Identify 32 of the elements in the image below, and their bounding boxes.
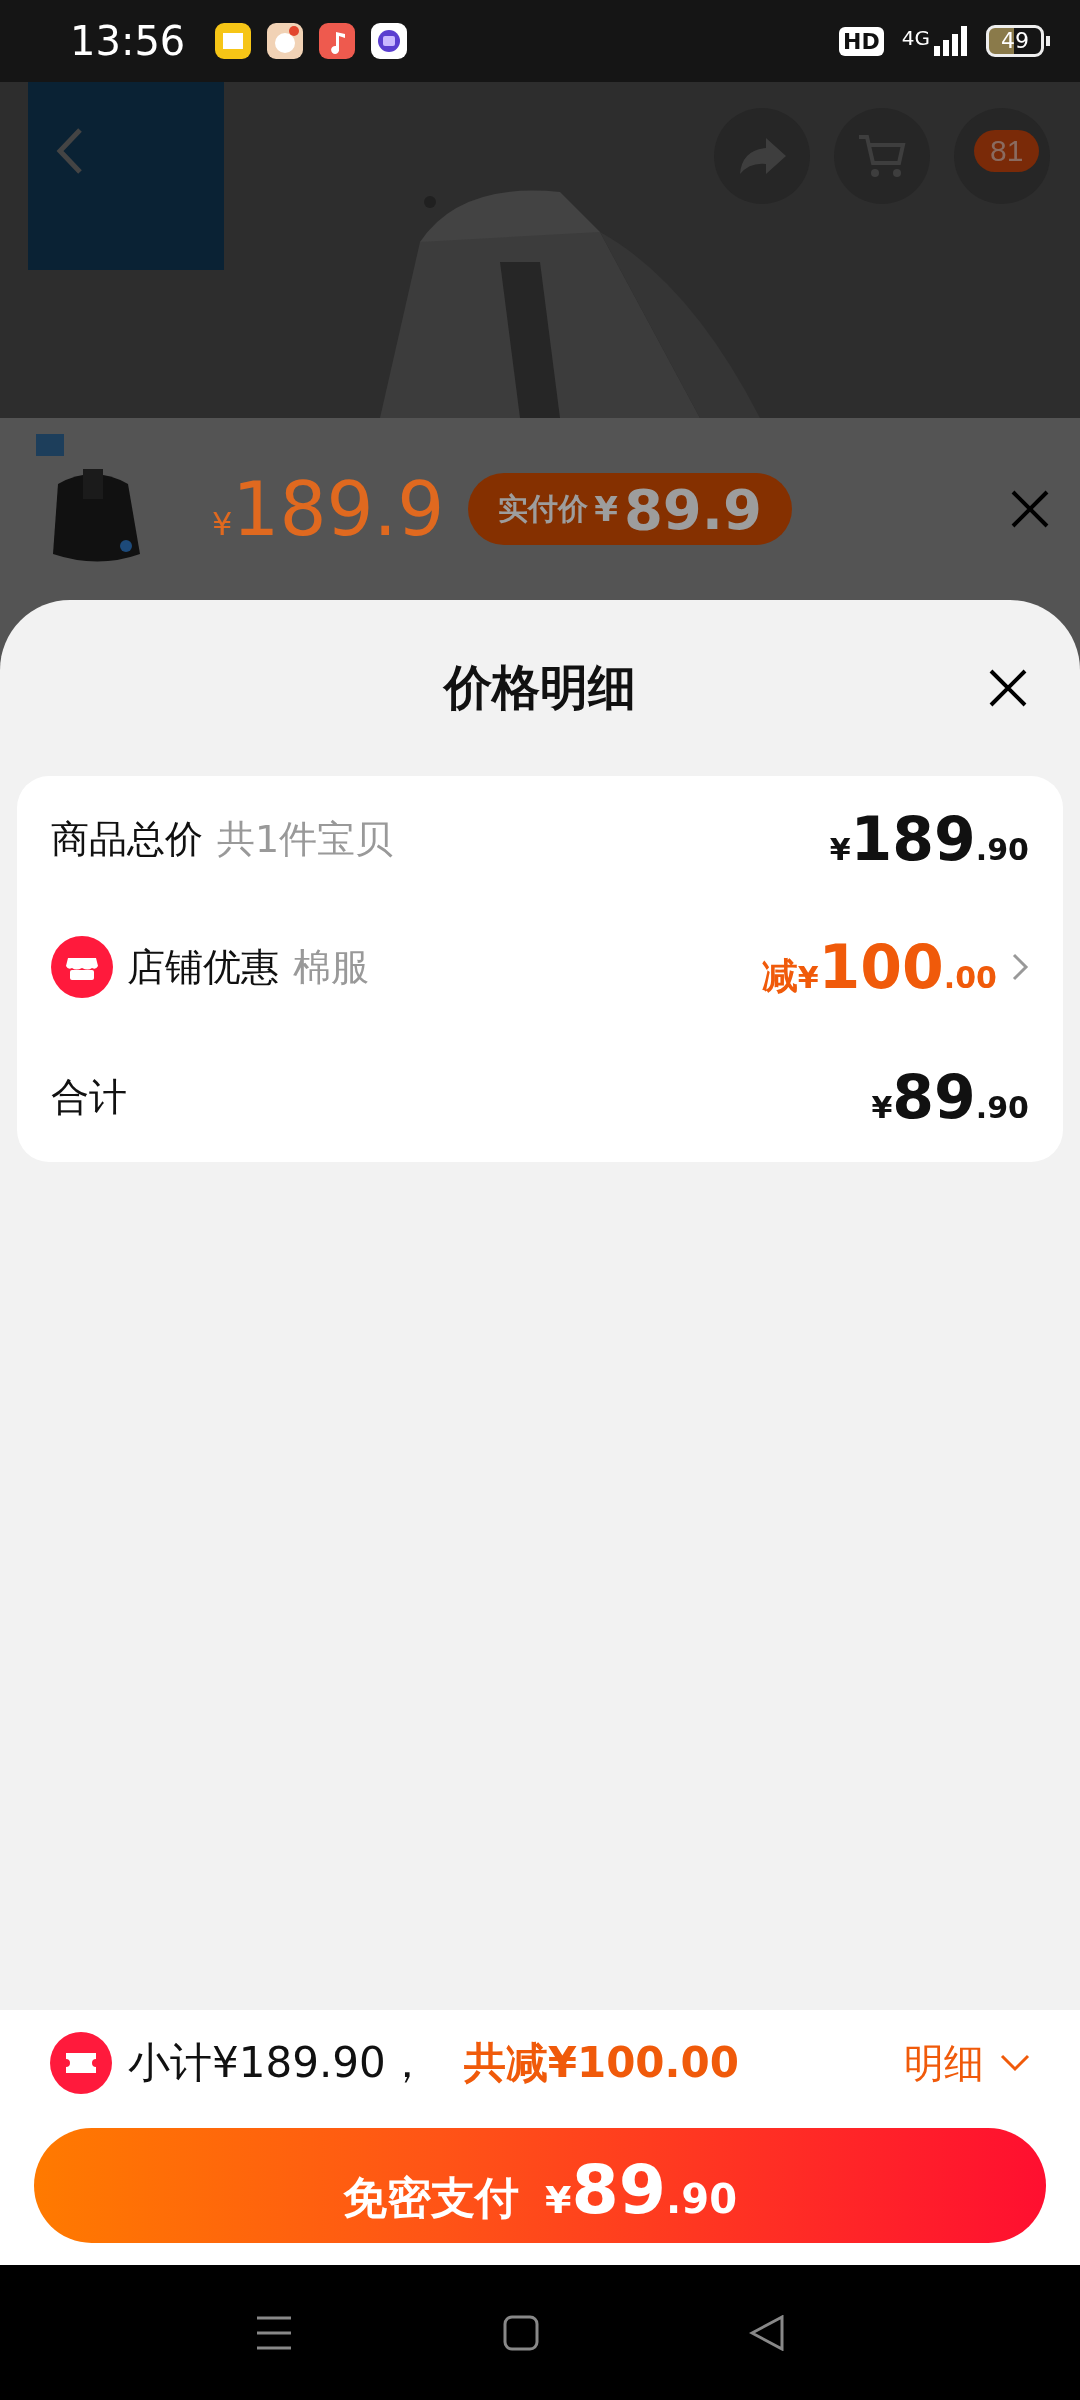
signal-icon xyxy=(934,26,968,56)
amount: ¥189.90 xyxy=(829,804,1029,874)
battery-level: 49 xyxy=(986,25,1044,57)
clock: 13:56 xyxy=(70,18,186,64)
chevron-right-icon[interactable] xyxy=(1011,952,1029,982)
sheet-title: 价格明细 xyxy=(444,658,636,717)
ticket-icon xyxy=(50,2032,112,2094)
row-note: 共1件宝贝 xyxy=(217,815,394,863)
hd-indicator: HD xyxy=(839,26,884,56)
row-note: 棉服 xyxy=(293,943,369,991)
shop-icon xyxy=(51,936,113,998)
back-triangle-icon[interactable] xyxy=(749,2314,785,2351)
row-label: 店铺优惠 xyxy=(127,943,279,991)
home-square-icon[interactable] xyxy=(503,2314,539,2351)
row-label: 商品总价 xyxy=(51,815,203,863)
details-toggle[interactable]: 明细 xyxy=(904,2035,1030,2091)
subtotal-text: 小计¥189.90， xyxy=(128,2037,428,2089)
pay-price-badge: 实付价 ¥89.9 xyxy=(468,473,793,545)
row-label: 合计 xyxy=(51,1073,127,1121)
cart-icon xyxy=(857,133,907,179)
music-note-icon xyxy=(319,23,356,59)
saving-text: 共减¥100.00 xyxy=(463,2037,739,2089)
amount: ¥89.90 xyxy=(871,1062,1029,1132)
book-icon xyxy=(215,23,252,59)
app-icon xyxy=(371,23,408,59)
pay-button[interactable]: 免密支付 ¥89.90 xyxy=(34,2128,1046,2243)
network-label: 4G xyxy=(901,26,930,50)
count-badge: 81 xyxy=(974,130,1040,172)
product-price: ¥189.9 xyxy=(212,466,445,552)
amount[interactable]: 减¥100.00 xyxy=(761,932,997,1002)
chevron-down-icon xyxy=(1000,2054,1030,2072)
close-icon[interactable] xyxy=(988,668,1028,708)
